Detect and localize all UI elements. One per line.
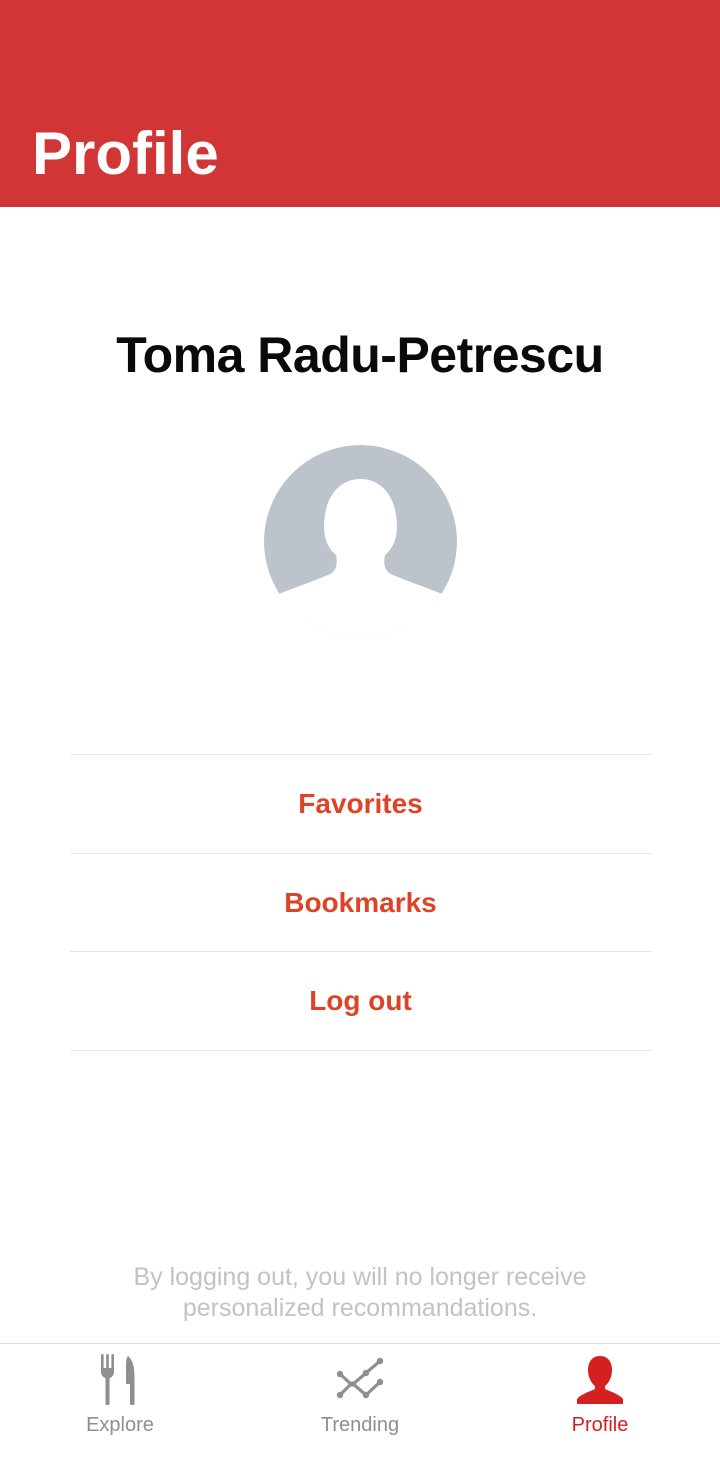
- tab-trending[interactable]: Trending: [240, 1344, 480, 1468]
- favorites-button[interactable]: Favorites: [70, 755, 651, 854]
- tab-explore[interactable]: Explore: [0, 1344, 240, 1468]
- person-icon: [577, 1356, 623, 1404]
- logout-button[interactable]: Log out: [70, 952, 651, 1052]
- user-name: Toma Radu-Petrescu: [116, 327, 604, 383]
- tab-explore-label: Explore: [86, 1414, 154, 1436]
- avatar: [264, 445, 457, 638]
- tab-profile-label: Profile: [571, 1414, 629, 1436]
- header-bar: Profile: [0, 0, 720, 207]
- profile-menu: Favorites Bookmarks Log out: [70, 754, 651, 1052]
- page-title: Profile: [32, 120, 219, 187]
- tab-trending-label: Trending: [320, 1414, 400, 1436]
- bookmarks-button[interactable]: Bookmarks: [70, 854, 651, 953]
- fork-knife-icon: [101, 1354, 135, 1406]
- tab-bar: Explore Trending Profile: [0, 1343, 720, 1468]
- trending-icon: [336, 1357, 384, 1399]
- tab-profile[interactable]: Profile: [480, 1344, 720, 1468]
- logout-note: By logging out, you will no longer recei…: [133, 1263, 587, 1322]
